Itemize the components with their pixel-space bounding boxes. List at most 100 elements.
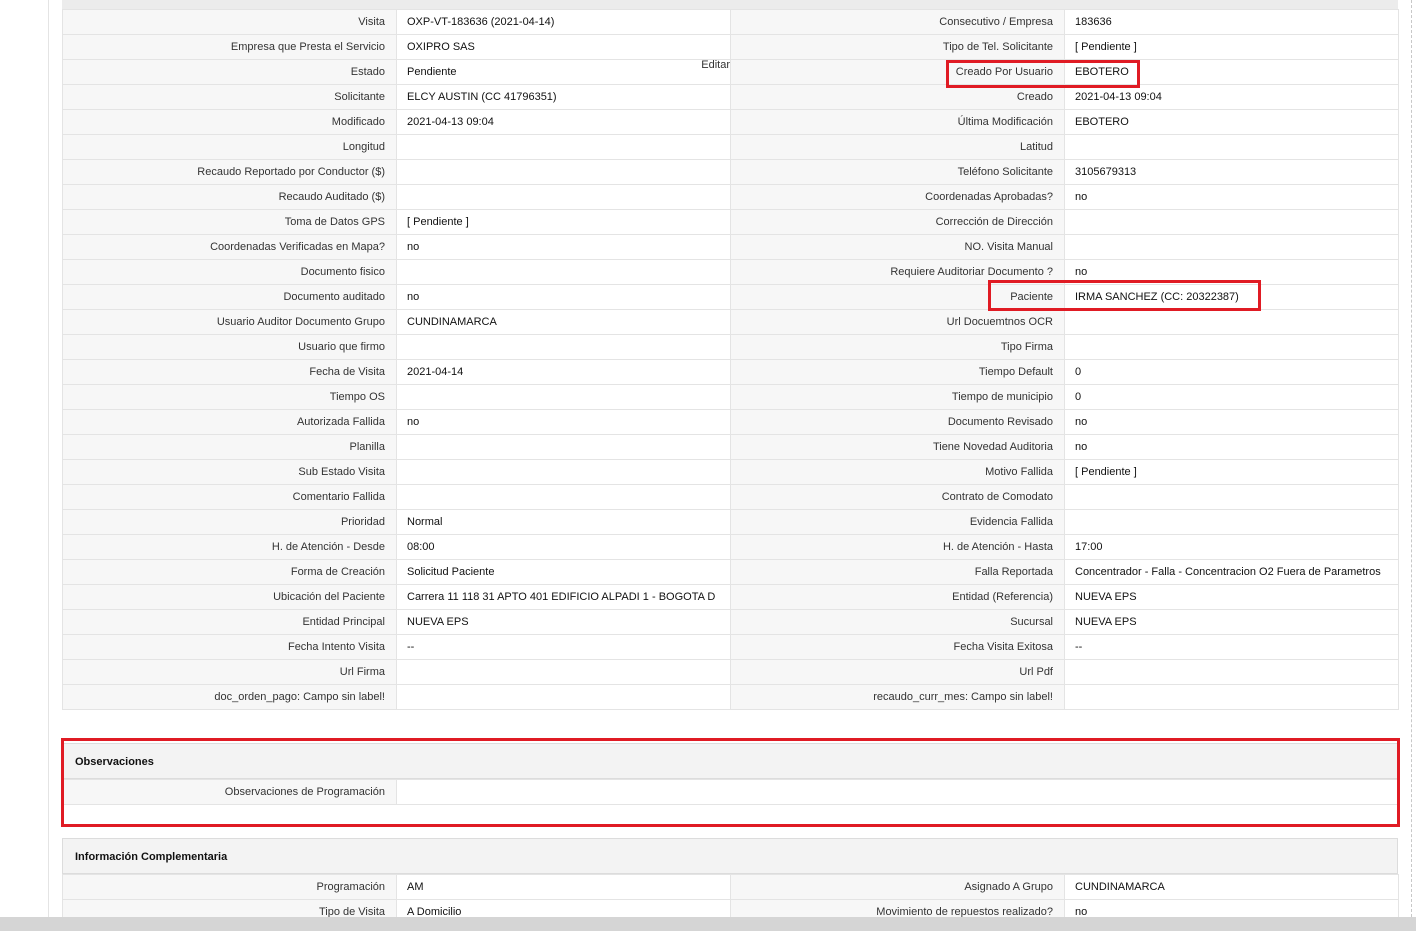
modificado-value: 2021-04-13 09:04 [396,109,731,135]
no-visita-manual-label: NO. Visita Manual [730,234,1065,260]
table-row: Url Firma Url Pdf [62,659,1399,685]
correccion-de-direccion-value [1064,209,1399,235]
asignado-a-grupo-value: CUNDINAMARCA [1064,874,1399,900]
recaudo-reportado-por-conductor-label: Recaudo Reportado por Conductor ($) [62,159,397,185]
table-row: Ubicación del Paciente Carrera 11 118 31 … [62,584,1399,610]
planilla-value [396,434,731,460]
programacion-value: AM [396,874,731,900]
table-row: Documento auditado no Paciente IRMA SANCHE… [62,284,1399,310]
table-row: Programación AM Asignado A Grupo CUNDINAMAR… [62,874,1399,900]
table-row: Recaudo Reportado por Conductor ($) Teléf… [62,159,1399,185]
documento-revisado-value: no [1064,409,1399,435]
latitud-value [1064,134,1399,160]
documento-auditado-value: no [396,284,731,310]
longitud-value [396,134,731,160]
no-visita-manual-value [1064,234,1399,260]
table-row: Usuario Auditor Documento Grupo CUNDINAMA… [62,309,1399,335]
tipo-de-tel-solicitante-label: Tipo de Tel. Solicitante [730,34,1065,60]
url-pdf-value [1064,659,1399,685]
consecutivo-empresa-value: 183636 [1064,9,1399,35]
requiere-auditoriar-documento-value: no [1064,259,1399,285]
toma-de-datos-gps-label: Toma de Datos GPS [62,209,397,235]
table-row: Recaudo Auditado ($) Coordenadas Aprobada… [62,184,1399,210]
usuario-que-firmo-label: Usuario que firmo [62,334,397,360]
telefono-solicitante-value: 3105679313 [1064,159,1399,185]
h-de-atencion-desde-value: 08:00 [396,534,731,560]
table-row: Prioridad Normal Evidencia Fallida [62,509,1399,535]
fecha-visita-exitosa-label: Fecha Visita Exitosa [730,634,1065,660]
h-de-atencion-hasta-value: 17:00 [1064,534,1399,560]
paciente-label: Paciente [730,284,1065,310]
fecha-intento-visita-value: -- [396,634,731,660]
table-row: Fecha Intento Visita -- Fecha Visita Exito… [62,634,1399,660]
table-row: Comentario Fallida Contrato de Comodato [62,484,1399,510]
tiene-novedad-auditoria-label: Tiene Novedad Auditoria [730,434,1065,460]
motivo-fallida-value: [ Pendiente ] [1064,459,1399,485]
entidad-principal-value: NUEVA EPS [396,609,731,635]
recaudo-curr-mes-campo-sin-label-label: recaudo_curr_mes: Campo sin label! [730,684,1065,710]
solicitante-label: Solicitante [62,84,397,110]
table-row: Tiempo OS Tiempo de municipio 0 [62,384,1399,410]
table-row: doc_orden_pago: Campo sin label! recaudo_… [62,684,1399,710]
table-row: Usuario que firmo Tipo Firma [62,334,1399,360]
table-row: Forma de Creación Solicitud Paciente Falla… [62,559,1399,585]
table-row: Empresa que Presta el Servicio OXIPRO SAS… [62,34,1399,60]
fecha-de-visita-label: Fecha de Visita [62,359,397,385]
url-pdf-label: Url Pdf [730,659,1065,685]
prioridad-value: Normal [396,509,731,535]
creado-por-usuario-value: EBOTERO [1064,59,1399,85]
programacion-label: Programación [62,874,397,900]
table-row: Documento fisico Requiere Auditoriar Docu… [62,259,1399,285]
entidad-referencia-value: NUEVA EPS [1064,584,1399,610]
tiempo-os-label: Tiempo OS [62,384,397,410]
falla-reportada-value: Concentrador - Falla - Concentracion O2 … [1064,559,1399,585]
usuario-auditor-documento-grupo-value: CUNDINAMARCA [396,309,731,335]
visit-detail-table: Visita OXP-VT-183636 (2021-04-14) Consecut… [62,9,1399,710]
evidencia-fallida-value [1064,509,1399,535]
table-row: Observaciones de Programación [62,779,1399,805]
correccion-de-direccion-label: Corrección de Dirección [730,209,1065,235]
table-row: Visita OXP-VT-183636 (2021-04-14) Consecut… [62,9,1399,35]
entidad-referencia-label: Entidad (Referencia) [730,584,1065,610]
ubicacion-del-paciente-label: Ubicación del Paciente [62,584,397,610]
estado-value: Pendiente Editar [396,59,731,85]
tiempo-default-label: Tiempo Default [730,359,1065,385]
editar-link[interactable]: Editar [701,61,729,72]
coordenadas-verificadas-en-mapa-label: Coordenadas Verificadas en Mapa? [62,234,397,260]
planilla-label: Planilla [62,434,397,460]
documento-fisico-value [396,259,731,285]
autorizada-fallida-label: Autorizada Fallida [62,409,397,435]
recaudo-reportado-por-conductor-value [396,159,731,185]
ultima-modificacion-value: EBOTERO [1064,109,1399,135]
h-de-atencion-hasta-label: H. de Atención - Hasta [730,534,1065,560]
table-row: Entidad Principal NUEVA EPS Sucursal NUEVA … [62,609,1399,635]
toma-de-datos-gps-value: [ Pendiente ] [396,209,731,235]
empresa-que-presta-el-servicio-value: OXIPRO SAS [396,34,731,60]
entidad-principal-label: Entidad Principal [62,609,397,635]
evidencia-fallida-label: Evidencia Fallida [730,509,1065,535]
url-firma-value [396,659,731,685]
informacion-complementaria-header: Información Complementaria [62,838,1398,874]
recaudo-curr-mes-campo-sin-label-value [1064,684,1399,710]
table-row: Modificado 2021-04-13 09:04 Última Modific… [62,109,1399,135]
latitud-label: Latitud [730,134,1065,160]
creado-label: Creado [730,84,1065,110]
visita-value: OXP-VT-183636 (2021-04-14) [396,9,731,35]
table-row: Planilla Tiene Novedad Auditoria no [62,434,1399,460]
documento-fisico-label: Documento fisico [62,259,397,285]
coordenadas-verificadas-en-mapa-value: no [396,234,731,260]
fecha-visita-exitosa-value: -- [1064,634,1399,660]
contrato-de-comodato-value [1064,484,1399,510]
asignado-a-grupo-label: Asignado A Grupo [730,874,1065,900]
table-row: Solicitante ELCY AUSTIN (CC 41796351) Crea… [62,84,1399,110]
contrato-de-comodato-label: Contrato de Comodato [730,484,1065,510]
recaudo-auditado-value [396,184,731,210]
tipo-firma-value [1064,334,1399,360]
sub-estado-visita-value [396,459,731,485]
telefono-solicitante-label: Teléfono Solicitante [730,159,1065,185]
observaciones-programacion-label: Observaciones de Programación [62,779,397,805]
forma-de-creacion-value: Solicitud Paciente [396,559,731,585]
table-row: Longitud Latitud [62,134,1399,160]
doc-orden-pago-campo-sin-label-value [396,684,731,710]
coordenadas-aprobadas-label: Coordenadas Aprobadas? [730,184,1065,210]
